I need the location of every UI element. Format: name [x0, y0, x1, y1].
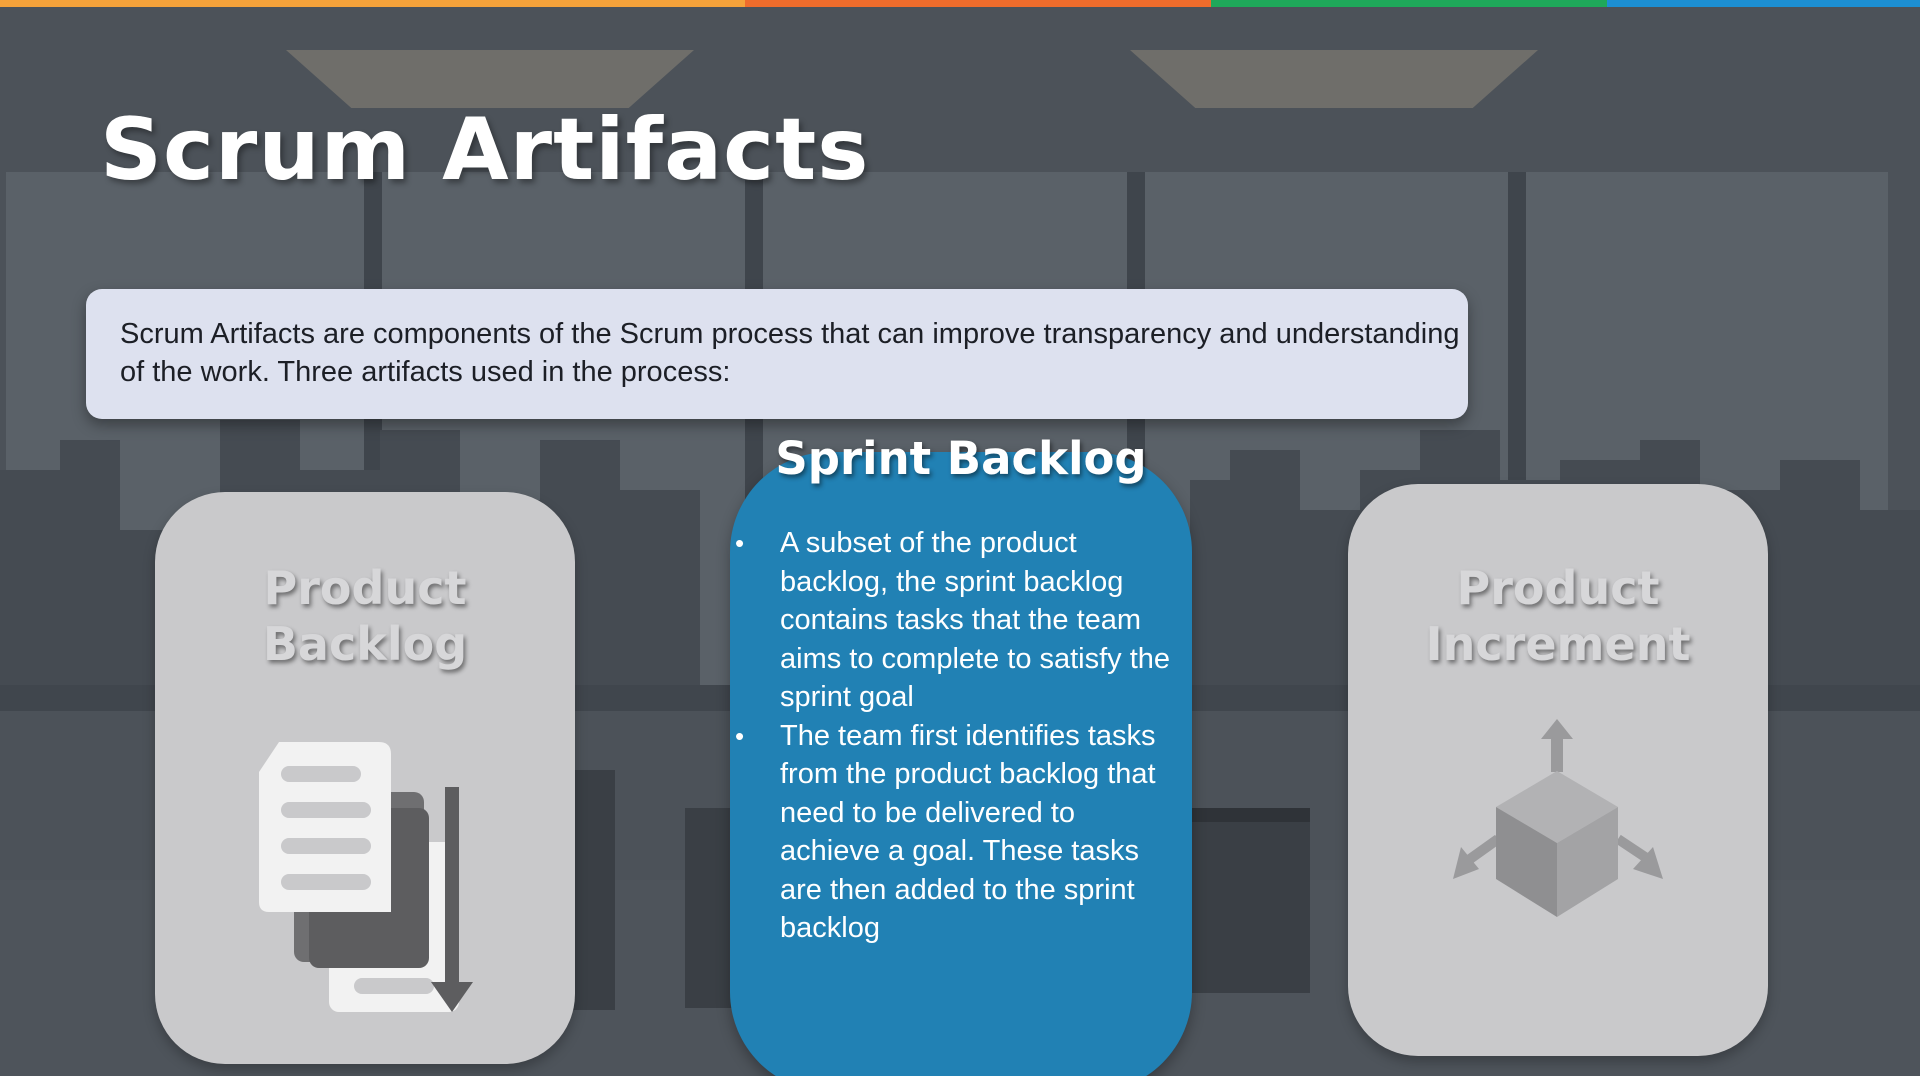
- desk: [685, 808, 735, 1008]
- intro-box: Scrum Artifacts are components of the Sc…: [86, 289, 1468, 419]
- slide: Scrum Artifacts Scrum Artifacts are comp…: [0, 0, 1920, 1076]
- artifact-title-line: Product: [263, 561, 467, 615]
- cube-axes-icon: [1453, 719, 1663, 917]
- artifact-card-product-increment[interactable]: Product Increment: [1348, 484, 1768, 1056]
- artifact-title-line: Backlog: [262, 617, 468, 671]
- top-color-strip: [0, 0, 1920, 7]
- desk-top: [1190, 808, 1310, 822]
- bullet-dot: •: [735, 720, 745, 751]
- slide-title: Scrum Artifacts: [100, 100, 870, 200]
- artifact-card-title-active: Sprint Backlog: [775, 432, 1147, 485]
- bullet-item: • The team first identifies tasks from th…: [735, 717, 1180, 948]
- sprint-backlog-bullets: • A subset of the product backlog, the sp…: [735, 524, 1180, 948]
- strip-segment-orange: [0, 0, 745, 7]
- artifact-title-line: Increment: [1425, 617, 1691, 671]
- bullet-item: • A subset of the product backlog, the sp…: [735, 524, 1180, 717]
- documents-icon: [259, 742, 473, 1012]
- desk: [1190, 808, 1310, 993]
- strip-segment-green: [1211, 0, 1607, 7]
- bullet-text: The team first identifies tasks from the…: [780, 719, 1156, 945]
- artifact-title-line: Product: [1456, 561, 1660, 615]
- artifact-card-title: Product Backlog: [155, 560, 575, 672]
- artifact-card-title: Product Increment: [1348, 560, 1768, 672]
- intro-text: Scrum Artifacts are components of the Sc…: [120, 318, 1460, 388]
- artifact-card-product-backlog[interactable]: Product Backlog: [155, 492, 575, 1064]
- strip-segment-red: [745, 0, 1211, 7]
- bullet-dot: •: [735, 528, 745, 558]
- ceiling-light: [1130, 50, 1538, 108]
- strip-segment-blue: [1607, 0, 1920, 7]
- bullet-text: A subset of the product backlog, the spr…: [780, 527, 1171, 713]
